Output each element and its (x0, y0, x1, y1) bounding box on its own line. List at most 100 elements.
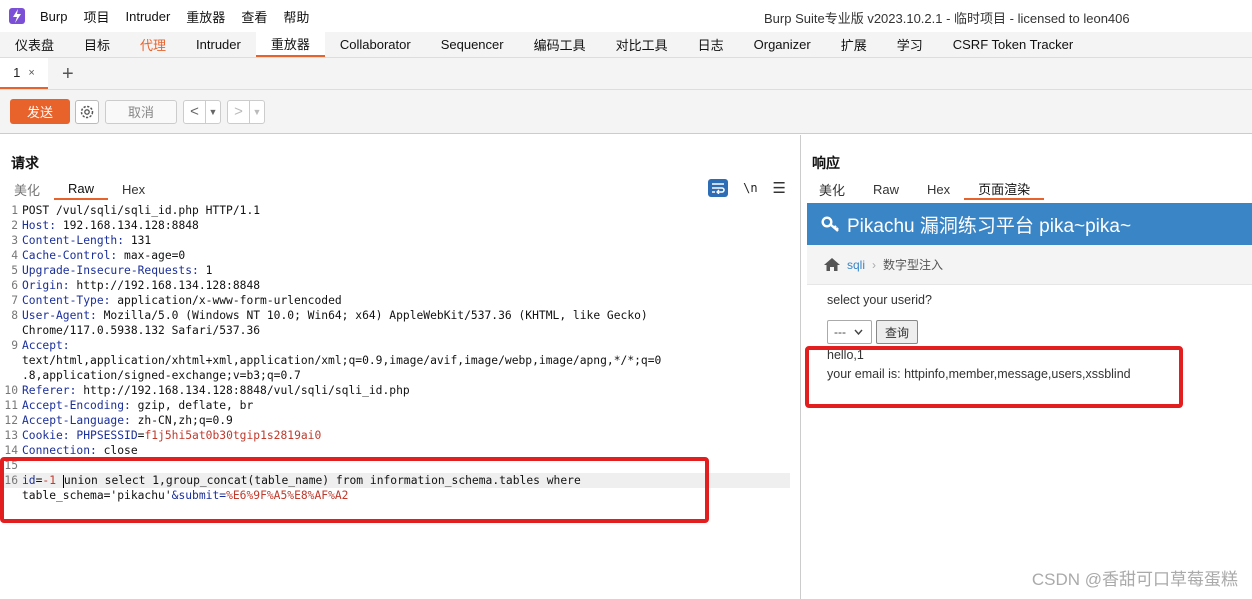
repeater-tab-1[interactable]: 1 × (0, 58, 48, 89)
line-code: Host: 192.168.134.128:8848 (22, 218, 199, 233)
response-tab-render[interactable]: 页面渲染 (964, 178, 1045, 200)
main-tab[interactable]: CSRF Token Tracker (938, 32, 1088, 57)
main-tab[interactable]: 代理 (125, 32, 181, 57)
userid-prompt: select your userid? (827, 293, 932, 307)
line-code: Upgrade-Insecure-Requests: 1 (22, 263, 212, 278)
close-tab-icon[interactable]: × (28, 67, 34, 79)
editor-line: Chrome/117.0.5938.132 Safari/537.36 (0, 323, 790, 338)
line-code: Chrome/117.0.5938.132 Safari/537.36 (22, 323, 260, 338)
home-icon[interactable] (823, 257, 841, 272)
line-number: 1 (11, 204, 18, 217)
editor-line: 10 Referer: http://192.168.134.128:8848/v… (0, 383, 790, 398)
editor-line: 6 Origin: http://192.168.134.128:8848 (0, 278, 790, 293)
editor-line: 9 Accept: (0, 338, 790, 353)
breadcrumb-link-sqli[interactable]: sqli (847, 258, 865, 272)
userid-select-value: --- (834, 325, 846, 339)
word-wrap-icon[interactable] (708, 179, 729, 197)
line-code: Origin: http://192.168.134.128:8848 (22, 278, 260, 293)
header-value: close (96, 444, 138, 457)
header-value: Mozilla/5.0 (Windows NT 10.0; Win64; x64… (96, 309, 648, 322)
line-number (0, 323, 22, 338)
line-number: 12 (4, 414, 18, 427)
chevron-down-icon (854, 329, 863, 335)
header-name: Accept: (22, 339, 70, 352)
header-value: zh-CN,zh;q=0.9 (130, 414, 233, 427)
main-tab[interactable]: 日志 (683, 32, 739, 57)
menu-item-project[interactable]: 项目 (83, 7, 109, 26)
header-value: 192.168.134.128:8848 (56, 219, 199, 232)
newline-toggle-icon[interactable]: \n (743, 181, 757, 195)
forward-arrow-icon[interactable]: > (228, 100, 250, 123)
header-name: Referer: (22, 384, 77, 397)
menu-item-burp[interactable]: Burp (40, 9, 67, 24)
menu-item-intruder[interactable]: Intruder (125, 9, 170, 24)
header-name: Cookie: (22, 429, 70, 442)
pikachu-title: Pikachu 漏洞练习平台 pika~pika~ (847, 215, 1132, 237)
add-tab-icon[interactable]: + (62, 64, 74, 84)
forward-dropdown-icon[interactable]: ▼ (250, 101, 264, 123)
query-button[interactable]: 查询 (876, 320, 918, 344)
main-tab[interactable]: Organizer (739, 32, 826, 57)
menu-item-help[interactable]: 帮助 (283, 7, 309, 26)
header-name: Host: (22, 219, 57, 232)
main-tab[interactable]: 对比工具 (601, 32, 683, 57)
main-tab[interactable]: Collaborator (325, 32, 426, 57)
editor-line: 7 Content-Type: application/x-www-form-ur… (0, 293, 790, 308)
header-value: max-age=0 (117, 249, 186, 262)
header-name: Origin: (22, 279, 70, 292)
main-tab[interactable]: 学习 (882, 32, 938, 57)
send-button[interactable]: 发送 (10, 99, 70, 124)
main-tab[interactable]: 目标 (69, 32, 125, 57)
line-number: 4 (11, 249, 18, 262)
line-code: .8,application/signed-exchange;v=b3;q=0.… (22, 368, 301, 383)
header-value: POST /vul/sqli/sqli_id.php HTTP/1.1 (22, 204, 261, 217)
header-name: Upgrade-Insecure-Requests: (22, 264, 199, 277)
editor-line: 14 Connection: close (0, 443, 790, 458)
line-code: User-Agent: Mozilla/5.0 (Windows NT 10.0… (22, 308, 648, 323)
header-value: http://192.168.134.128:8848 (69, 279, 261, 292)
cookie-name: PHPSESSID (76, 429, 138, 442)
menu-item-view[interactable]: 查看 (241, 7, 267, 26)
request-tab-hex[interactable]: Hex (108, 178, 159, 200)
breadcrumb-current: 数字型注入 (883, 258, 944, 272)
menu-item-repeater[interactable]: 重放器 (186, 7, 225, 26)
main-tab[interactable]: 重放器 (255, 32, 325, 57)
main-tab[interactable]: 仪表盘 (0, 32, 69, 57)
line-number: 6 (11, 279, 18, 292)
request-pane: 请求 美化 Raw Hex \n ☰ 1 POST /vul/sqli/sqli_… (0, 135, 801, 599)
userid-select[interactable]: --- (827, 320, 872, 344)
main-tab[interactable]: 扩展 (826, 32, 882, 57)
repeater-tab-bar: 1 × + (0, 58, 1252, 90)
line-code: Referer: http://192.168.134.128:8848/vul… (22, 383, 410, 398)
response-title: 响应 (812, 155, 840, 171)
response-pane: 响应 美化 Raw Hex 页面渲染 Pikachu 漏洞练习平台 pika~p… (801, 135, 1252, 599)
forward-button[interactable]: > ▼ (227, 99, 265, 124)
back-dropdown-icon[interactable]: ▼ (206, 101, 220, 123)
line-code: text/html,application/xhtml+xml,applicat… (22, 353, 661, 368)
hamburger-menu-icon[interactable]: ☰ (773, 179, 786, 197)
header-name: Cache-Control: (22, 249, 118, 262)
line-code: Accept-Encoding: gzip, deflate, br (22, 398, 253, 413)
settings-button[interactable] (75, 99, 99, 124)
cancel-button[interactable]: 取消 (105, 99, 177, 124)
main-tab[interactable]: Intruder (181, 32, 256, 57)
line-code: Accept-Language: zh-CN,zh;q=0.9 (22, 413, 233, 428)
editor-line: .8,application/signed-exchange;v=b3;q=0.… (0, 368, 790, 383)
main-tab[interactable]: Sequencer (426, 32, 519, 57)
line-number (0, 353, 22, 368)
response-tab-hex[interactable]: Hex (913, 178, 964, 200)
back-arrow-icon[interactable]: < (184, 100, 206, 123)
back-button[interactable]: < ▼ (183, 99, 221, 124)
main-tab[interactable]: 编码工具 (519, 32, 601, 57)
request-editor-icons: \n ☰ (708, 179, 786, 197)
header-name: Connection: (22, 444, 97, 457)
header-value: text/html,application/xhtml+xml,applicat… (22, 354, 662, 367)
editor-line: 4 Cache-Control: max-age=0 (0, 248, 790, 263)
response-tab-raw[interactable]: Raw (859, 178, 913, 200)
header-name: Content-Type: (22, 294, 111, 307)
header-name: Accept-Language: (22, 414, 131, 427)
request-response-panes: 请求 美化 Raw Hex \n ☰ 1 POST /vul/sqli/sqli_… (0, 135, 1252, 599)
request-tab-pretty[interactable]: 美化 (0, 178, 54, 200)
request-tab-raw[interactable]: Raw (54, 178, 109, 200)
response-tab-pretty[interactable]: 美化 (805, 178, 859, 200)
